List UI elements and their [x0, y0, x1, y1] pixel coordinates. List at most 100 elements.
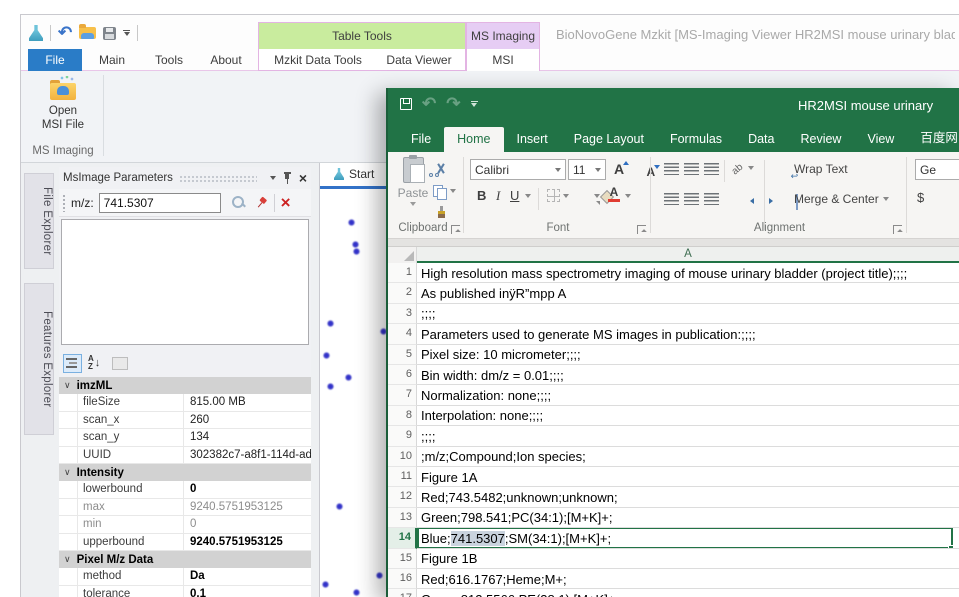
cell-A3[interactable]: ;;;; [417, 304, 959, 324]
clear-icon[interactable]: × [281, 196, 291, 210]
property-value[interactable]: 0 [184, 483, 311, 495]
mzkit-tab-about[interactable]: About [203, 49, 249, 71]
property-row-scan_y[interactable]: scan_y134 [59, 429, 311, 447]
cell-A7[interactable]: Normalization: none;;;; [417, 385, 959, 405]
collapse-chevron-icon[interactable]: ∨ [64, 467, 71, 478]
paste-button[interactable]: Paste [394, 157, 432, 219]
property-value[interactable]: 0.1 [184, 588, 311, 597]
property-category[interactable]: ∨Intensity [59, 464, 311, 481]
mz-input[interactable] [99, 193, 221, 213]
property-value[interactable]: 9240.5751953125 [184, 536, 311, 548]
font-color-icon[interactable]: A [608, 187, 620, 202]
copy-dropdown-icon[interactable] [450, 189, 456, 193]
property-category[interactable]: ∨imzML [59, 377, 311, 394]
row-header-17[interactable]: 17 [388, 589, 417, 597]
row-header-9[interactable]: 9 [388, 426, 417, 446]
toolbar-grip[interactable] [62, 194, 67, 212]
column-header-A[interactable]: A [417, 247, 959, 263]
excel-tab-Home[interactable]: Home [444, 127, 503, 152]
grow-font-icon[interactable]: A [614, 161, 624, 177]
cell-A2[interactable]: As published inÿR”mpp A [417, 283, 959, 303]
row-header-5[interactable]: 5 [388, 345, 417, 365]
property-row-method[interactable]: methodDa [59, 568, 311, 586]
collapse-chevron-icon[interactable]: ∨ [64, 380, 71, 391]
property-value[interactable]: 260 [184, 414, 311, 426]
excel-tab-Review[interactable]: Review [787, 127, 854, 152]
formula-bar-collapsed[interactable] [388, 239, 959, 247]
row-header-2[interactable]: 2 [388, 283, 417, 303]
excel-qat-options-icon[interactable] [471, 101, 478, 108]
merge-center-label[interactable]: Merge & Center [794, 192, 879, 206]
mzkit-tab-mzkit-data-tools[interactable]: Mzkit Data Tools [267, 49, 369, 71]
property-value[interactable]: 815.00 MB [184, 396, 311, 408]
property-row-max[interactable]: max9240.5751953125 [59, 499, 311, 517]
pin-mz-icon[interactable] [251, 193, 271, 213]
property-value[interactable]: Da [184, 570, 311, 582]
cell-A13[interactable]: Green;798.541;PC(34:1);[M+K]+; [417, 508, 959, 528]
underline-icon[interactable]: U [510, 188, 519, 203]
middle-align-icon[interactable] [684, 163, 699, 175]
row-header-16[interactable]: 16 [388, 569, 417, 589]
row-header-13[interactable]: 13 [388, 508, 417, 528]
font-size-combobox[interactable]: 11 [568, 159, 606, 180]
cell-A1[interactable]: High resolution mass spectrometry imagin… [417, 263, 959, 283]
open-msi-file-button[interactable]: Open MSI File [31, 75, 95, 141]
property-row-scan_x[interactable]: scan_x260 [59, 412, 311, 430]
bottom-align-icon[interactable] [704, 163, 719, 175]
excel-tab-Insert[interactable]: Insert [504, 127, 561, 152]
alphabetical-sort-icon[interactable]: AZ↓ [88, 355, 100, 371]
align-left-icon[interactable] [664, 193, 679, 205]
property-value[interactable]: 0 [184, 518, 311, 530]
sidebar-tab-features-explorer[interactable]: Features Explorer [24, 283, 54, 435]
mzkit-tab-msi[interactable]: MSI [467, 49, 539, 71]
italic-icon[interactable]: I [496, 188, 500, 204]
property-grid[interactable]: ∨imzMLfileSize815.00 MBscan_x260scan_y13… [59, 377, 311, 597]
excel-save-icon[interactable] [400, 98, 412, 110]
cell-A6[interactable]: Bin width: dm/z = 0.01;;;; [417, 365, 959, 385]
paste-dropdown-icon[interactable] [410, 202, 416, 206]
mzkit-tab-main[interactable]: Main [91, 49, 133, 71]
panel-close-icon[interactable]: × [299, 172, 307, 184]
property-value[interactable]: 302382c7-a8f1-114d-ad30 [184, 449, 311, 461]
property-row-fileSize[interactable]: fileSize815.00 MB [59, 394, 311, 412]
font-dialog-launcher[interactable] [637, 225, 646, 234]
search-icon[interactable] [231, 195, 246, 210]
mz-list-box[interactable] [61, 219, 309, 345]
property-category[interactable]: ∨Pixel M/z Data [59, 551, 311, 568]
save-icon[interactable] [103, 27, 116, 40]
undo-icon[interactable]: ↶ [58, 26, 72, 40]
align-center-icon[interactable] [684, 193, 699, 205]
open-folder-icon[interactable] [79, 27, 96, 39]
document-tab-start[interactable]: Start [334, 167, 374, 181]
cell-A16[interactable]: Red;616.1767;Heme;M+; [417, 569, 959, 589]
categorized-view-icon[interactable] [63, 354, 82, 373]
borders-dropdown-icon[interactable] [563, 194, 569, 198]
row-header-7[interactable]: 7 [388, 385, 417, 405]
excel-redo-icon[interactable]: ↷ [446, 97, 460, 111]
cell-A11[interactable]: Figure 1A [417, 467, 959, 487]
currency-icon[interactable]: $ [917, 190, 924, 205]
sidebar-tab-file-explorer[interactable]: File Explorer [24, 173, 54, 269]
row-header-11[interactable]: 11 [388, 467, 417, 487]
row-header-4[interactable]: 4 [388, 324, 417, 344]
ribbon-options-icon[interactable] [123, 30, 130, 37]
orientation-icon[interactable]: ab [730, 162, 746, 178]
alignment-dialog-launcher[interactable] [893, 225, 902, 234]
font-name-combobox[interactable]: Calibri [470, 159, 566, 180]
row-header-8[interactable]: 8 [388, 406, 417, 426]
mzkit-tab-data-viewer[interactable]: Data Viewer [381, 49, 457, 71]
cell-A15[interactable]: Figure 1B [417, 549, 959, 569]
cell-A4[interactable]: Parameters used to generate MS images in… [417, 324, 959, 344]
excel-tab-View[interactable]: View [854, 127, 907, 152]
row-header-15[interactable]: 15 [388, 549, 417, 569]
underline-dropdown-icon[interactable] [525, 194, 531, 198]
property-value[interactable]: 134 [184, 431, 311, 443]
cell-A17[interactable]: Green;812.5566;PE(38:1);[M+K]+; [417, 589, 959, 597]
row-header-6[interactable]: 6 [388, 365, 417, 385]
excel-tab-Page Layout[interactable]: Page Layout [561, 127, 657, 152]
row-header-14[interactable]: 14 [388, 528, 417, 548]
row-header-3[interactable]: 3 [388, 304, 417, 324]
fill-color-dropdown-icon[interactable] [594, 194, 600, 198]
font-color-dropdown-icon[interactable] [625, 194, 631, 198]
mzkit-tab-tools[interactable]: Tools [147, 49, 191, 71]
